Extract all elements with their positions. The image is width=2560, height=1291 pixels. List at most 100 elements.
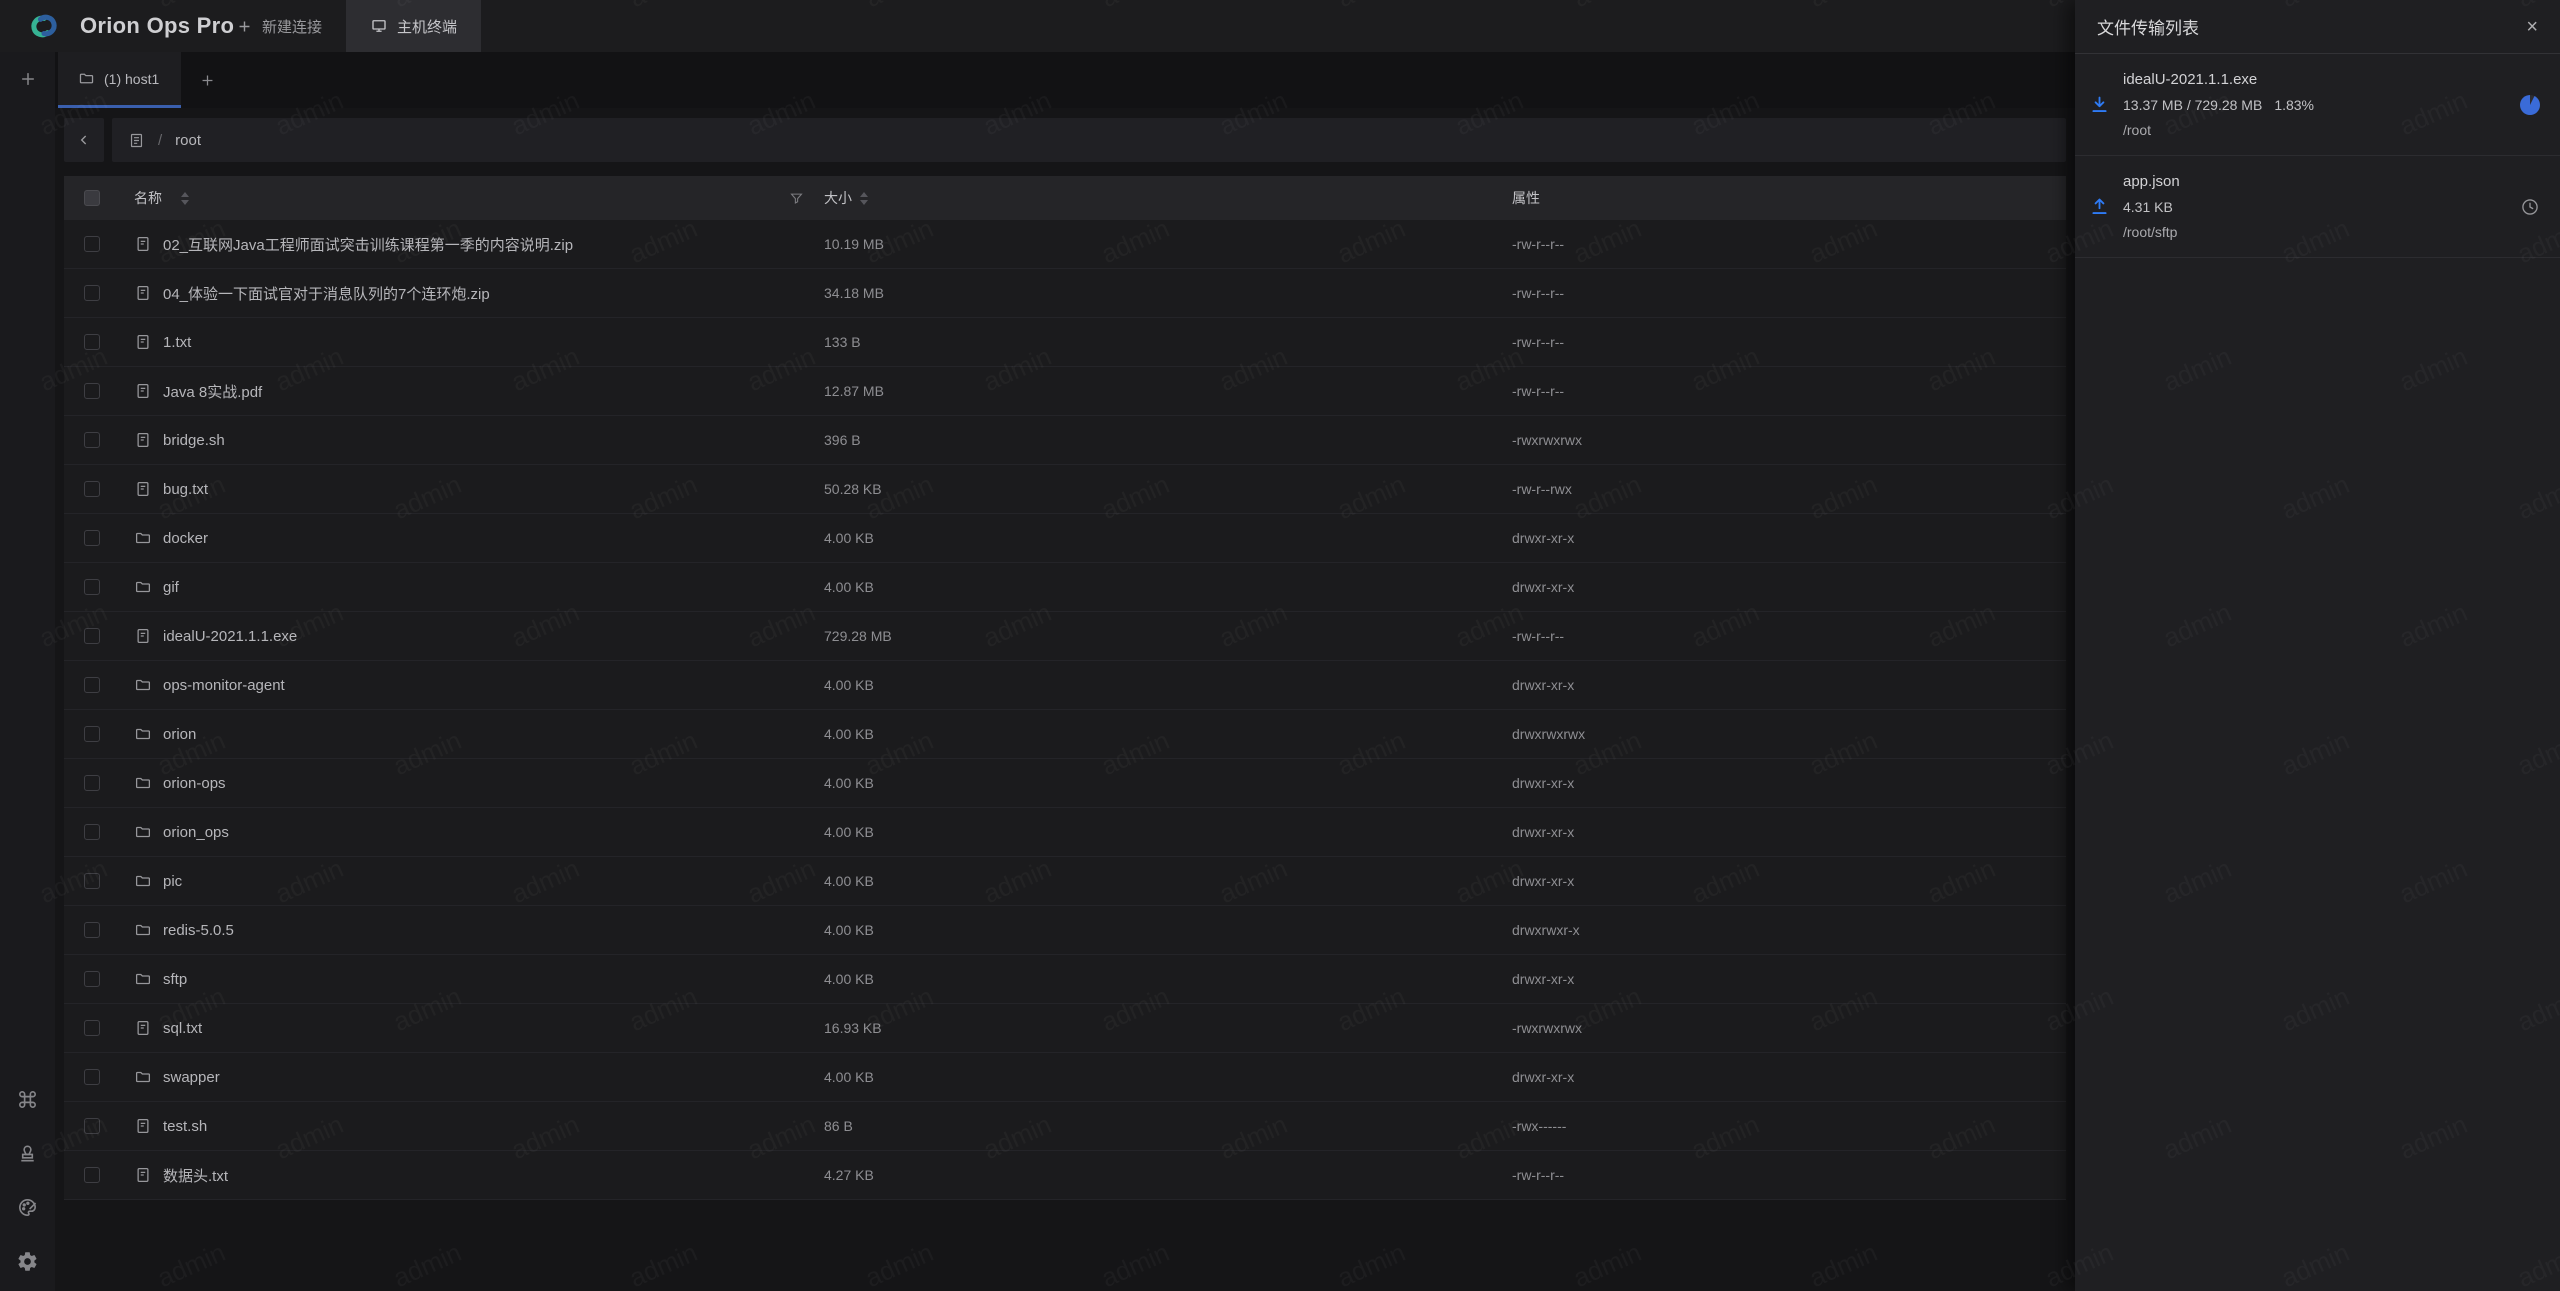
file-name[interactable]: ops-monitor-agent <box>163 677 285 694</box>
file-name[interactable]: bridge.sh <box>163 432 225 449</box>
sort-name-icon[interactable] <box>181 192 189 205</box>
file-name[interactable]: 02_互联网Java工程师面试突击训练课程第一季的内容说明.zip <box>163 234 573 255</box>
column-header-name[interactable]: 名称 <box>134 188 162 208</box>
table-row[interactable]: gif 4.00 KB drwxr-xr-x <box>64 563 2066 612</box>
transfer-item-upload[interactable]: app.json 4.31 KB /root/sftp <box>2075 156 2560 258</box>
file-permissions: -rw-r--rwx <box>1512 481 1572 497</box>
table-row[interactable]: orion_ops 4.00 KB drwxr-xr-x <box>64 808 2066 857</box>
file-name[interactable]: 数据头.txt <box>163 1165 228 1186</box>
file-name[interactable]: orion-ops <box>163 775 226 792</box>
row-checkbox[interactable] <box>84 383 100 399</box>
theme-palette-button[interactable] <box>16 1196 39 1219</box>
row-checkbox[interactable] <box>84 922 100 938</box>
row-checkbox[interactable] <box>84 824 100 840</box>
menu-item-new-connection[interactable]: 新建连接 <box>212 0 346 52</box>
pending-clock-icon[interactable] <box>2520 197 2540 217</box>
select-all-checkbox[interactable] <box>84 190 100 206</box>
left-rail <box>0 52 55 1291</box>
file-name[interactable]: pic <box>163 873 182 890</box>
file-size: 133 B <box>824 334 861 350</box>
back-button[interactable] <box>64 118 104 162</box>
file-name[interactable]: swapper <box>163 1069 220 1086</box>
file-size: 12.87 MB <box>824 383 884 399</box>
file-icon <box>134 1019 152 1037</box>
table-row[interactable]: sftp 4.00 KB drwxr-xr-x <box>64 955 2066 1004</box>
table-header-row: 名称 大小 属性 <box>64 176 2066 220</box>
table-row[interactable]: swapper 4.00 KB drwxr-xr-x <box>64 1053 2066 1102</box>
row-checkbox[interactable] <box>84 334 100 350</box>
row-checkbox[interactable] <box>84 726 100 742</box>
file-name[interactable]: sql.txt <box>163 1020 202 1037</box>
table-row[interactable]: test.sh 86 B -rwx------ <box>64 1102 2066 1151</box>
row-checkbox[interactable] <box>84 873 100 889</box>
row-checkbox[interactable] <box>84 1167 100 1183</box>
table-row[interactable]: 1.txt 133 B -rw-r--r-- <box>64 318 2066 367</box>
file-permissions: -rw-r--r-- <box>1512 236 1564 252</box>
breadcrumb[interactable]: / root <box>112 118 2066 162</box>
table-row[interactable]: ops-monitor-agent 4.00 KB drwxr-xr-x <box>64 661 2066 710</box>
row-checkbox[interactable] <box>84 775 100 791</box>
file-permissions: -rwx------ <box>1512 1118 1566 1134</box>
table-row[interactable]: orion-ops 4.00 KB drwxr-xr-x <box>64 759 2066 808</box>
table-row[interactable]: bridge.sh 396 B -rwxrwxrwx <box>64 416 2066 465</box>
row-checkbox[interactable] <box>84 432 100 448</box>
row-checkbox[interactable] <box>84 285 100 301</box>
table-row[interactable]: idealU-2021.1.1.exe 729.28 MB -rw-r--r-- <box>64 612 2066 661</box>
file-name[interactable]: 1.txt <box>163 334 191 351</box>
command-palette-button[interactable] <box>16 1088 39 1111</box>
row-checkbox[interactable] <box>84 971 100 987</box>
table-row[interactable]: orion 4.00 KB drwxrwxrwx <box>64 710 2066 759</box>
file-name[interactable]: bug.txt <box>163 481 208 498</box>
column-header-size[interactable]: 大小 <box>824 188 852 208</box>
row-checkbox[interactable] <box>84 530 100 546</box>
stamp-button[interactable] <box>16 1142 39 1165</box>
file-icon <box>134 1166 152 1184</box>
row-checkbox[interactable] <box>84 628 100 644</box>
add-tab-button[interactable] <box>199 52 216 108</box>
row-checkbox[interactable] <box>84 481 100 497</box>
close-icon[interactable]: × <box>2526 17 2538 37</box>
transfer-item-download[interactable]: idealU-2021.1.1.exe 13.37 MB / 729.28 MB… <box>2075 54 2560 156</box>
table-row[interactable]: pic 4.00 KB drwxr-xr-x <box>64 857 2066 906</box>
folder-icon <box>134 578 152 596</box>
file-name[interactable]: test.sh <box>163 1118 207 1135</box>
row-checkbox[interactable] <box>84 1069 100 1085</box>
table-row[interactable]: sql.txt 16.93 KB -rwxrwxrwx <box>64 1004 2066 1053</box>
file-permissions: drwxr-xr-x <box>1512 775 1574 791</box>
sort-size-icon[interactable] <box>860 192 868 205</box>
file-name[interactable]: idealU-2021.1.1.exe <box>163 628 297 645</box>
breadcrumb-current[interactable]: root <box>175 132 201 149</box>
row-checkbox[interactable] <box>84 236 100 252</box>
filter-icon[interactable] <box>789 191 804 206</box>
table-row[interactable]: docker 4.00 KB drwxr-xr-x <box>64 514 2066 563</box>
file-name[interactable]: redis-5.0.5 <box>163 922 234 939</box>
folder-icon <box>134 970 152 988</box>
folder-icon <box>134 872 152 890</box>
file-name[interactable]: orion <box>163 726 196 743</box>
new-connection-plus-button[interactable] <box>18 69 38 89</box>
progress-pie-icon[interactable] <box>2520 95 2540 115</box>
row-checkbox[interactable] <box>84 1118 100 1134</box>
settings-gear-icon[interactable] <box>16 1250 39 1273</box>
table-row[interactable]: redis-5.0.5 4.00 KB drwxrwxr-x <box>64 906 2066 955</box>
file-name[interactable]: gif <box>163 579 179 596</box>
row-checkbox[interactable] <box>84 1020 100 1036</box>
file-icon <box>134 382 152 400</box>
row-checkbox[interactable] <box>84 677 100 693</box>
directory-list-icon <box>128 132 145 149</box>
table-row[interactable]: 02_互联网Java工程师面试突击训练课程第一季的内容说明.zip 10.19 … <box>64 220 2066 269</box>
drawer-title: 文件传输列表 <box>2097 14 2199 39</box>
file-name[interactable]: 04_体验一下面试官对于消息队列的7个连环炮.zip <box>163 283 490 304</box>
table-row[interactable]: 数据头.txt 4.27 KB -rw-r--r-- <box>64 1151 2066 1200</box>
table-row[interactable]: 04_体验一下面试官对于消息队列的7个连环炮.zip 34.18 MB -rw-… <box>64 269 2066 318</box>
file-name[interactable]: orion_ops <box>163 824 229 841</box>
row-checkbox[interactable] <box>84 579 100 595</box>
file-name[interactable]: sftp <box>163 971 187 988</box>
tab-host1[interactable]: (1) host1 <box>58 52 181 108</box>
file-name[interactable]: docker <box>163 530 208 547</box>
table-row[interactable]: Java 8实战.pdf 12.87 MB -rw-r--r-- <box>64 367 2066 416</box>
table-row[interactable]: bug.txt 50.28 KB -rw-r--rwx <box>64 465 2066 514</box>
menu-item-host-terminal[interactable]: 主机终端 <box>346 0 481 52</box>
file-size: 50.28 KB <box>824 481 882 497</box>
file-name[interactable]: Java 8实战.pdf <box>163 381 262 402</box>
